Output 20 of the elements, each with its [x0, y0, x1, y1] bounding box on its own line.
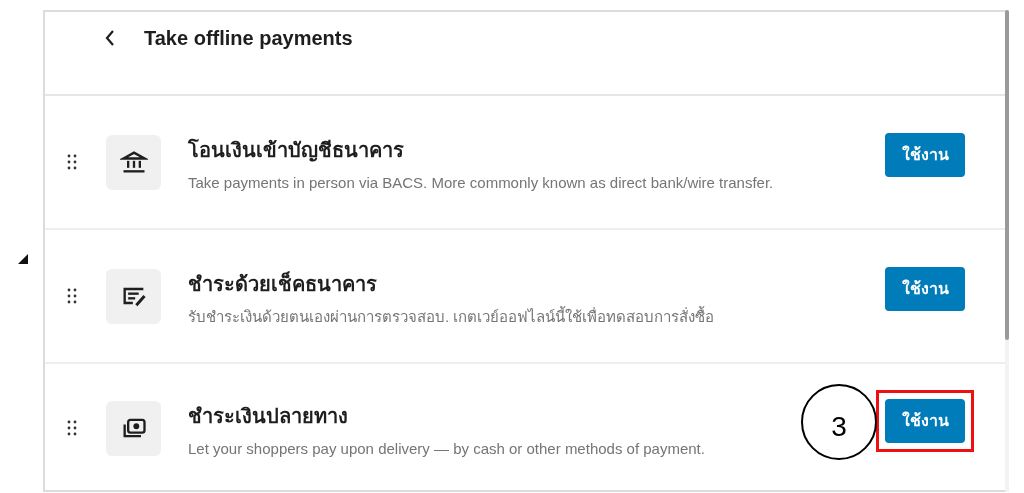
back-icon — [104, 29, 116, 47]
page-title: Take offline payments — [144, 26, 353, 51]
enable-button[interactable]: ใช้งาน — [885, 399, 965, 443]
method-description: Let your shoppers pay upon delivery — by cash or other methods of payment. — [188, 439, 705, 459]
method-title: ชำระเงินปลายทาง — [188, 404, 348, 429]
bank-icon — [106, 134, 161, 190]
corner-marker-icon — [18, 254, 28, 264]
drag-handle-icon[interactable] — [67, 420, 77, 436]
scrollbar[interactable] — [1005, 10, 1009, 492]
money-icon — [106, 400, 161, 456]
drag-handle-icon[interactable] — [67, 288, 77, 304]
document-edit-icon — [106, 268, 161, 324]
drag-handle-icon[interactable] — [67, 154, 77, 170]
enable-button[interactable]: ใช้งาน — [885, 133, 965, 177]
method-description: Take payments in person via BACS. More commonly known as direct bank/wire transfer. — [188, 173, 774, 193]
step-number-callout: 3 — [801, 384, 877, 460]
method-description: รับชำระเงินด้วยตนเองผ่านการตรวจสอบ. เกตเวย์ออฟไลน์นี้ใช้เพื่อทดสอบการสั่งซื้อ — [188, 307, 715, 327]
method-title: โอนเงินเข้าบัญชีธนาคาร — [188, 137, 404, 163]
method-title: ชำระด้วยเช็คธนาคาร — [188, 271, 377, 297]
enable-button[interactable]: ใช้งาน — [885, 267, 965, 311]
